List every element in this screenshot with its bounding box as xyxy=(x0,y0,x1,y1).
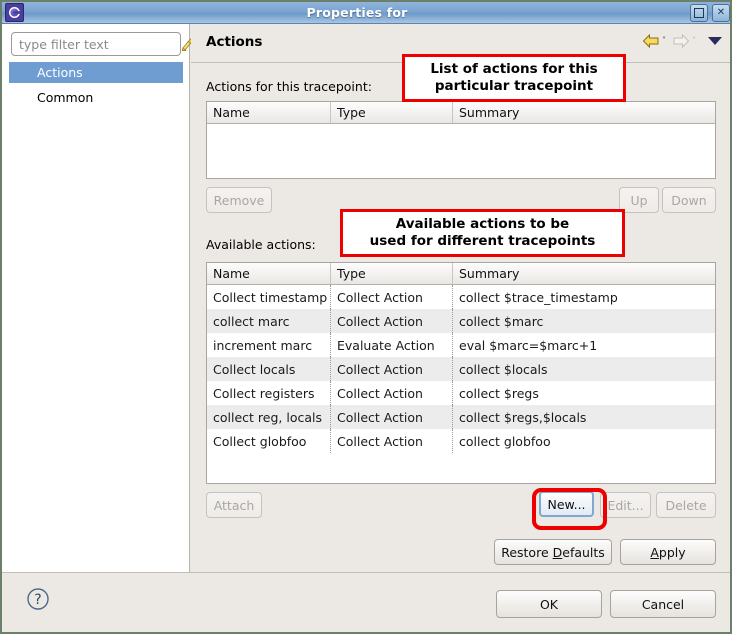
window-title-bar: Properties for ✕ xyxy=(2,2,730,24)
tracepoint-actions-table[interactable]: Name Type Summary xyxy=(206,101,716,179)
table-row[interactable]: collect marc Collect Action collect $marc xyxy=(207,309,715,333)
column-header-summary[interactable]: Summary xyxy=(453,263,715,284)
table-row[interactable]: Collect locals Collect Action collect $loc… xyxy=(207,357,715,381)
cell-name: Collect globfoo xyxy=(207,429,331,453)
remove-button[interactable]: Remove xyxy=(206,187,272,213)
edit-button[interactable]: Edit... xyxy=(600,492,651,518)
settings-tree-panel: Actions Common xyxy=(2,24,196,572)
cell-type: Collect Action xyxy=(331,309,453,333)
up-button[interactable]: Up xyxy=(619,187,659,213)
cell-summary: collect $trace_timestamp xyxy=(459,289,618,305)
table-row[interactable]: Collect globfoo Collect Action collect glo… xyxy=(207,429,715,453)
cell-name: Collect locals xyxy=(207,357,331,381)
table-row[interactable]: Collect registers Collect Action collect $… xyxy=(207,381,715,405)
actions-preference-page: Actions ˅ ˅ Actions for this tracepoint: xyxy=(191,24,730,572)
properties-dialog: Properties for ✕ Actions xyxy=(0,0,732,634)
svg-text:?: ? xyxy=(34,592,41,608)
cell-type: Evaluate Action xyxy=(331,333,453,357)
available-actions-label: Available actions: xyxy=(206,237,316,252)
cell-summary: collect $regs xyxy=(459,385,539,401)
search-input[interactable] xyxy=(12,34,179,54)
cell-type: Collect Action xyxy=(331,429,453,453)
page-title: Actions xyxy=(206,34,263,50)
table-header-row: Name Type Summary xyxy=(207,263,715,285)
cell-name: Collect registers xyxy=(207,381,331,405)
cell-summary: collect globfoo xyxy=(459,433,551,449)
forward-arrow-icon xyxy=(673,33,690,49)
close-button[interactable]: ✕ xyxy=(712,3,730,22)
eclipse-icon xyxy=(5,3,24,22)
view-menu-triangle-icon[interactable] xyxy=(708,37,722,45)
available-actions-table[interactable]: Name Type Summary Collect timestamp Colle… xyxy=(206,262,716,484)
table-body: Collect timestamp Collect Action collect $… xyxy=(207,285,715,453)
column-header-type[interactable]: Type xyxy=(331,102,453,123)
filter-box[interactable] xyxy=(11,32,196,56)
delete-button[interactable]: Delete xyxy=(656,492,716,518)
cell-name: increment marc xyxy=(207,333,331,357)
forward-dropdown-caret-icon: ˅ xyxy=(692,36,696,45)
apply-label: Apply xyxy=(650,544,686,560)
cell-type: Collect Action xyxy=(331,405,453,429)
help-question-icon[interactable]: ? xyxy=(26,587,50,611)
back-dropdown-caret-icon[interactable]: ˅ xyxy=(662,37,666,45)
column-header-type[interactable]: Type xyxy=(331,263,453,284)
attach-button[interactable]: Attach xyxy=(206,492,262,518)
annotation-line-2: used for different tracepoints xyxy=(369,233,596,249)
annotation-available-actions: Available actions to be used for differe… xyxy=(340,209,625,257)
annotation-line-2: particular tracepoint xyxy=(434,78,594,94)
table-row[interactable]: Collect timestamp Collect Action collect $… xyxy=(207,285,715,309)
cell-type: Collect Action xyxy=(331,381,453,405)
sidebar-item-common[interactable]: Common xyxy=(9,87,183,108)
close-icon: ✕ xyxy=(716,6,726,18)
sidebar-item-actions[interactable]: Actions xyxy=(9,62,183,83)
cell-summary: collect $marc xyxy=(459,313,544,329)
sidebar-item-label: Common xyxy=(37,90,94,105)
dialog-content: Actions Common Actions ˅ ˅ xyxy=(2,24,730,632)
cancel-button[interactable]: Cancel xyxy=(610,590,716,618)
dialog-button-bar: ? OK Cancel xyxy=(2,572,730,632)
cell-name: collect reg, locals xyxy=(207,405,331,429)
annotation-line-1: Available actions to be xyxy=(395,215,570,232)
annotation-tracepoint-list: List of actions for this particular trac… xyxy=(402,54,626,102)
ok-button[interactable]: OK xyxy=(496,590,602,618)
annotation-line-1: List of actions for this xyxy=(430,60,598,77)
cell-name: collect marc xyxy=(207,309,331,333)
column-header-summary[interactable]: Summary xyxy=(453,102,715,123)
restore-defaults-button[interactable]: Restore Defaults xyxy=(494,539,612,565)
cell-summary: collect $regs,$locals xyxy=(459,409,587,425)
tracepoint-actions-label: Actions for this tracepoint: xyxy=(206,79,372,94)
sidebar-item-label: Actions xyxy=(37,65,83,80)
maximize-button[interactable] xyxy=(690,3,708,22)
apply-button[interactable]: Apply xyxy=(620,539,716,565)
cell-summary: collect $locals xyxy=(459,361,548,377)
maximize-icon xyxy=(691,5,707,21)
down-button[interactable]: Down xyxy=(662,187,716,213)
cell-name: Collect timestamp xyxy=(207,285,331,309)
table-row[interactable]: increment marc Evaluate Action eval $marc=… xyxy=(207,333,715,357)
table-row[interactable]: collect reg, locals Collect Action collect… xyxy=(207,405,715,429)
cell-summary: eval $marc=$marc+1 xyxy=(459,337,598,353)
window-title: Properties for xyxy=(306,5,408,20)
annotation-new-button-highlight xyxy=(532,488,607,530)
restore-defaults-label: Restore Defaults xyxy=(501,544,605,560)
cell-type: Collect Action xyxy=(331,285,453,309)
table-header-row: Name Type Summary xyxy=(207,102,715,124)
page-nav-toolbar: ˅ ˅ xyxy=(642,33,722,49)
cell-type: Collect Action xyxy=(331,357,453,381)
column-header-name[interactable]: Name xyxy=(207,263,331,284)
back-arrow-icon[interactable] xyxy=(642,33,660,49)
column-header-name[interactable]: Name xyxy=(207,102,331,123)
